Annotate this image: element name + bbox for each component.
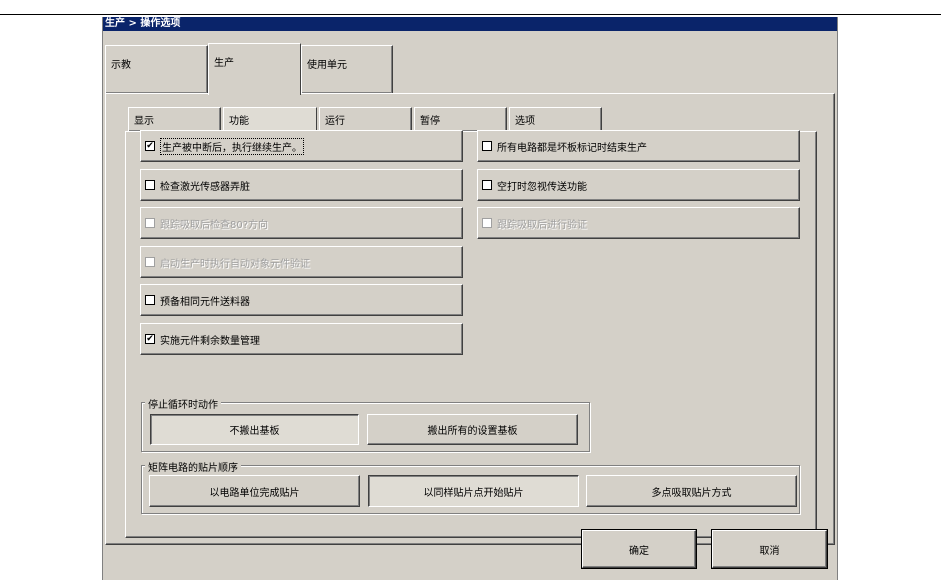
option-label: 跟踪吸取后进行验证: [497, 219, 587, 231]
button-label: 确定: [629, 545, 649, 557]
group-title: 停止循环时动作: [145, 396, 221, 411]
option-ignore-transfer[interactable]: 空打时忽视传送功能: [477, 169, 800, 201]
option-label: 所有电路都是坏板标记时结束生产: [497, 142, 647, 154]
ok-button[interactable]: 确定: [581, 529, 697, 569]
option-verify-after-track: 跟踪吸取后进行验证: [477, 207, 800, 239]
option-end-on-bad-board[interactable]: 所有电路都是坏板标记时结束生产: [477, 130, 800, 162]
tab-label: 使用单元: [307, 60, 347, 71]
checkbox: [145, 218, 155, 228]
tab-label: 功能: [229, 116, 249, 127]
group-title: 矩阵电路的贴片顺序: [145, 459, 241, 474]
checkbox: [145, 257, 155, 267]
button-label: 多点吸取贴片方式: [651, 487, 732, 499]
option-auto-component-verify: 启动生产时执行自动对象元件验证: [140, 246, 463, 278]
tab-display[interactable]: 显示: [128, 107, 221, 132]
dialog-title: 生产 > 操作选项: [103, 17, 837, 31]
check-mark-icon: ✔: [146, 141, 154, 151]
tab-label: 显示: [134, 116, 154, 127]
button-label: 以电路单位完成贴片: [209, 487, 300, 499]
option-label: 跟踪吸取后检查80?方向: [160, 219, 269, 231]
option-track-pick-check-direction: 跟踪吸取后检查80?方向: [140, 207, 463, 239]
tab-pause[interactable]: 暂停: [414, 107, 507, 132]
tab-options[interactable]: 选项: [509, 107, 602, 132]
unload-all-button[interactable]: 搬出所有的设置基板: [367, 414, 578, 445]
tab-label: 生产: [214, 58, 234, 69]
option-label: 生产被中断后，执行继续生产。: [160, 137, 304, 155]
tab-label: 选项: [515, 116, 535, 127]
checkbox[interactable]: [145, 295, 155, 305]
tab-use-unit[interactable]: 使用单元: [301, 45, 393, 94]
tab-production[interactable]: 生产: [208, 43, 301, 95]
tab-label: 示教: [111, 60, 131, 71]
button-label: 取消: [759, 545, 780, 557]
option-label: 空打时忽视传送功能: [497, 181, 587, 193]
tab-teach[interactable]: 示教: [105, 45, 208, 94]
checkbox[interactable]: ✔: [145, 334, 155, 344]
tab-function[interactable]: 功能: [223, 107, 317, 132]
tab-run[interactable]: 运行: [319, 107, 412, 132]
tab-label: 暂停: [420, 116, 440, 127]
option-label: 实施元件剩余数量管理: [160, 335, 260, 347]
checkbox[interactable]: [482, 141, 492, 151]
checkbox[interactable]: [482, 180, 492, 190]
button-label: 不搬出基板: [229, 426, 280, 437]
option-label: 启动生产时执行自动对象元件验证: [160, 258, 310, 270]
option-label: 预备相同元件送料器: [160, 296, 250, 308]
start-same-point-button[interactable]: 以同样贴片点开始贴片: [368, 475, 579, 507]
button-label: 搬出所有的设置基板: [427, 426, 518, 437]
checkbox[interactable]: ✔: [145, 141, 155, 151]
check-mark-icon: ✔: [146, 334, 154, 344]
cancel-button[interactable]: 取消: [711, 529, 828, 569]
cancel-button-face: 取消: [712, 530, 827, 568]
option-reserve-same-feeder[interactable]: 预备相同元件送料器: [140, 284, 463, 316]
ok-button-face: 确定: [582, 530, 696, 568]
option-check-laser-sensor[interactable]: 检查激光传感器弄脏: [140, 169, 463, 201]
button-label: 以同样贴片点开始贴片: [423, 487, 524, 499]
option-label: 检查激光传感器弄脏: [160, 181, 250, 193]
tab-label: 运行: [325, 116, 345, 127]
checkbox[interactable]: [145, 180, 155, 190]
multi-pick-button[interactable]: 多点吸取贴片方式: [586, 475, 797, 507]
complete-by-circuit-button[interactable]: 以电路单位完成贴片: [149, 475, 360, 507]
top-rule: [0, 14, 941, 15]
no-unload-button[interactable]: 不搬出基板: [150, 414, 359, 445]
option-resume-after-interrupt[interactable]: ✔ 生产被中断后，执行继续生产。: [140, 130, 463, 162]
operation-options-dialog: 生产 > 操作选项 示教 生产 使用单元 显示 功能 运行 暂停 选项 ✔ 生产…: [102, 17, 838, 580]
option-remaining-quantity[interactable]: ✔ 实施元件剩余数量管理: [140, 323, 463, 355]
checkbox: [482, 218, 492, 228]
